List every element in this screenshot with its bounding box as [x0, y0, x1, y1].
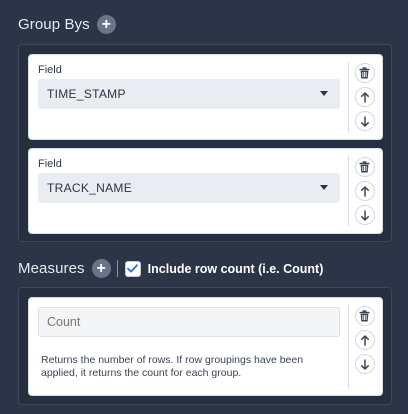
measures-title: Measures [18, 260, 85, 277]
trash-icon [359, 67, 370, 79]
arrow-up-icon [360, 91, 369, 103]
add-measure-button[interactable]: + [91, 259, 111, 278]
group-by-card-body: Field TRACK_NAME [29, 149, 347, 233]
move-up-button[interactable] [354, 181, 375, 201]
header-separator [116, 260, 118, 277]
card-actions [347, 149, 382, 233]
group-bys-container: Field TIME_STAMP Field TRACK_NAME [18, 44, 392, 242]
group-by-card: Field TRACK_NAME [28, 148, 383, 234]
field-select[interactable]: TRACK_NAME [38, 173, 340, 203]
arrow-down-icon [360, 358, 369, 370]
measure-card-body: Returns the number of rows. If row group… [29, 298, 347, 395]
measure-name-input[interactable] [38, 307, 340, 337]
arrow-up-icon [360, 334, 369, 346]
move-down-button[interactable] [354, 111, 375, 131]
delete-button[interactable] [354, 157, 375, 177]
group-by-card-body: Field TIME_STAMP [29, 55, 347, 139]
field-label: Field [38, 64, 62, 76]
measure-card: Returns the number of rows. If row group… [28, 297, 383, 396]
field-label: Field [38, 158, 62, 170]
arrow-down-icon [360, 209, 369, 221]
move-up-button[interactable] [354, 330, 375, 350]
trash-icon [359, 161, 370, 173]
move-up-button[interactable] [354, 87, 375, 107]
card-actions [347, 298, 382, 395]
group-bys-title: Group Bys [18, 16, 90, 33]
include-row-count-checkbox[interactable] [124, 260, 141, 277]
trash-icon [359, 310, 370, 322]
move-down-button[interactable] [354, 354, 375, 374]
plus-icon: + [101, 15, 111, 33]
field-select-value: TIME_STAMP [47, 87, 126, 101]
page: Group Bys + Field TIME_STAMP Field TRACK… [0, 0, 408, 414]
move-down-button[interactable] [354, 205, 375, 225]
field-select[interactable]: TIME_STAMP [38, 79, 340, 109]
add-group-by-button[interactable]: + [96, 15, 116, 34]
measures-header: Measures + Include row count (i.e. Count… [18, 259, 323, 278]
chevron-down-icon [320, 185, 328, 190]
delete-button[interactable] [354, 306, 375, 326]
checkmark-icon [127, 264, 139, 273]
field-select-value: TRACK_NAME [47, 181, 133, 195]
arrow-up-icon [360, 185, 369, 197]
arrow-down-icon [360, 115, 369, 127]
delete-button[interactable] [354, 63, 375, 83]
group-bys-header: Group Bys + [18, 15, 116, 34]
include-row-count-label: Include row count (i.e. Count) [147, 261, 324, 276]
measure-description: Returns the number of rows. If row group… [41, 354, 304, 379]
measures-container: Returns the number of rows. If row group… [18, 287, 392, 405]
chevron-down-icon [320, 91, 328, 96]
card-actions [347, 55, 382, 139]
plus-icon: + [96, 259, 106, 277]
group-by-card: Field TIME_STAMP [28, 54, 383, 140]
